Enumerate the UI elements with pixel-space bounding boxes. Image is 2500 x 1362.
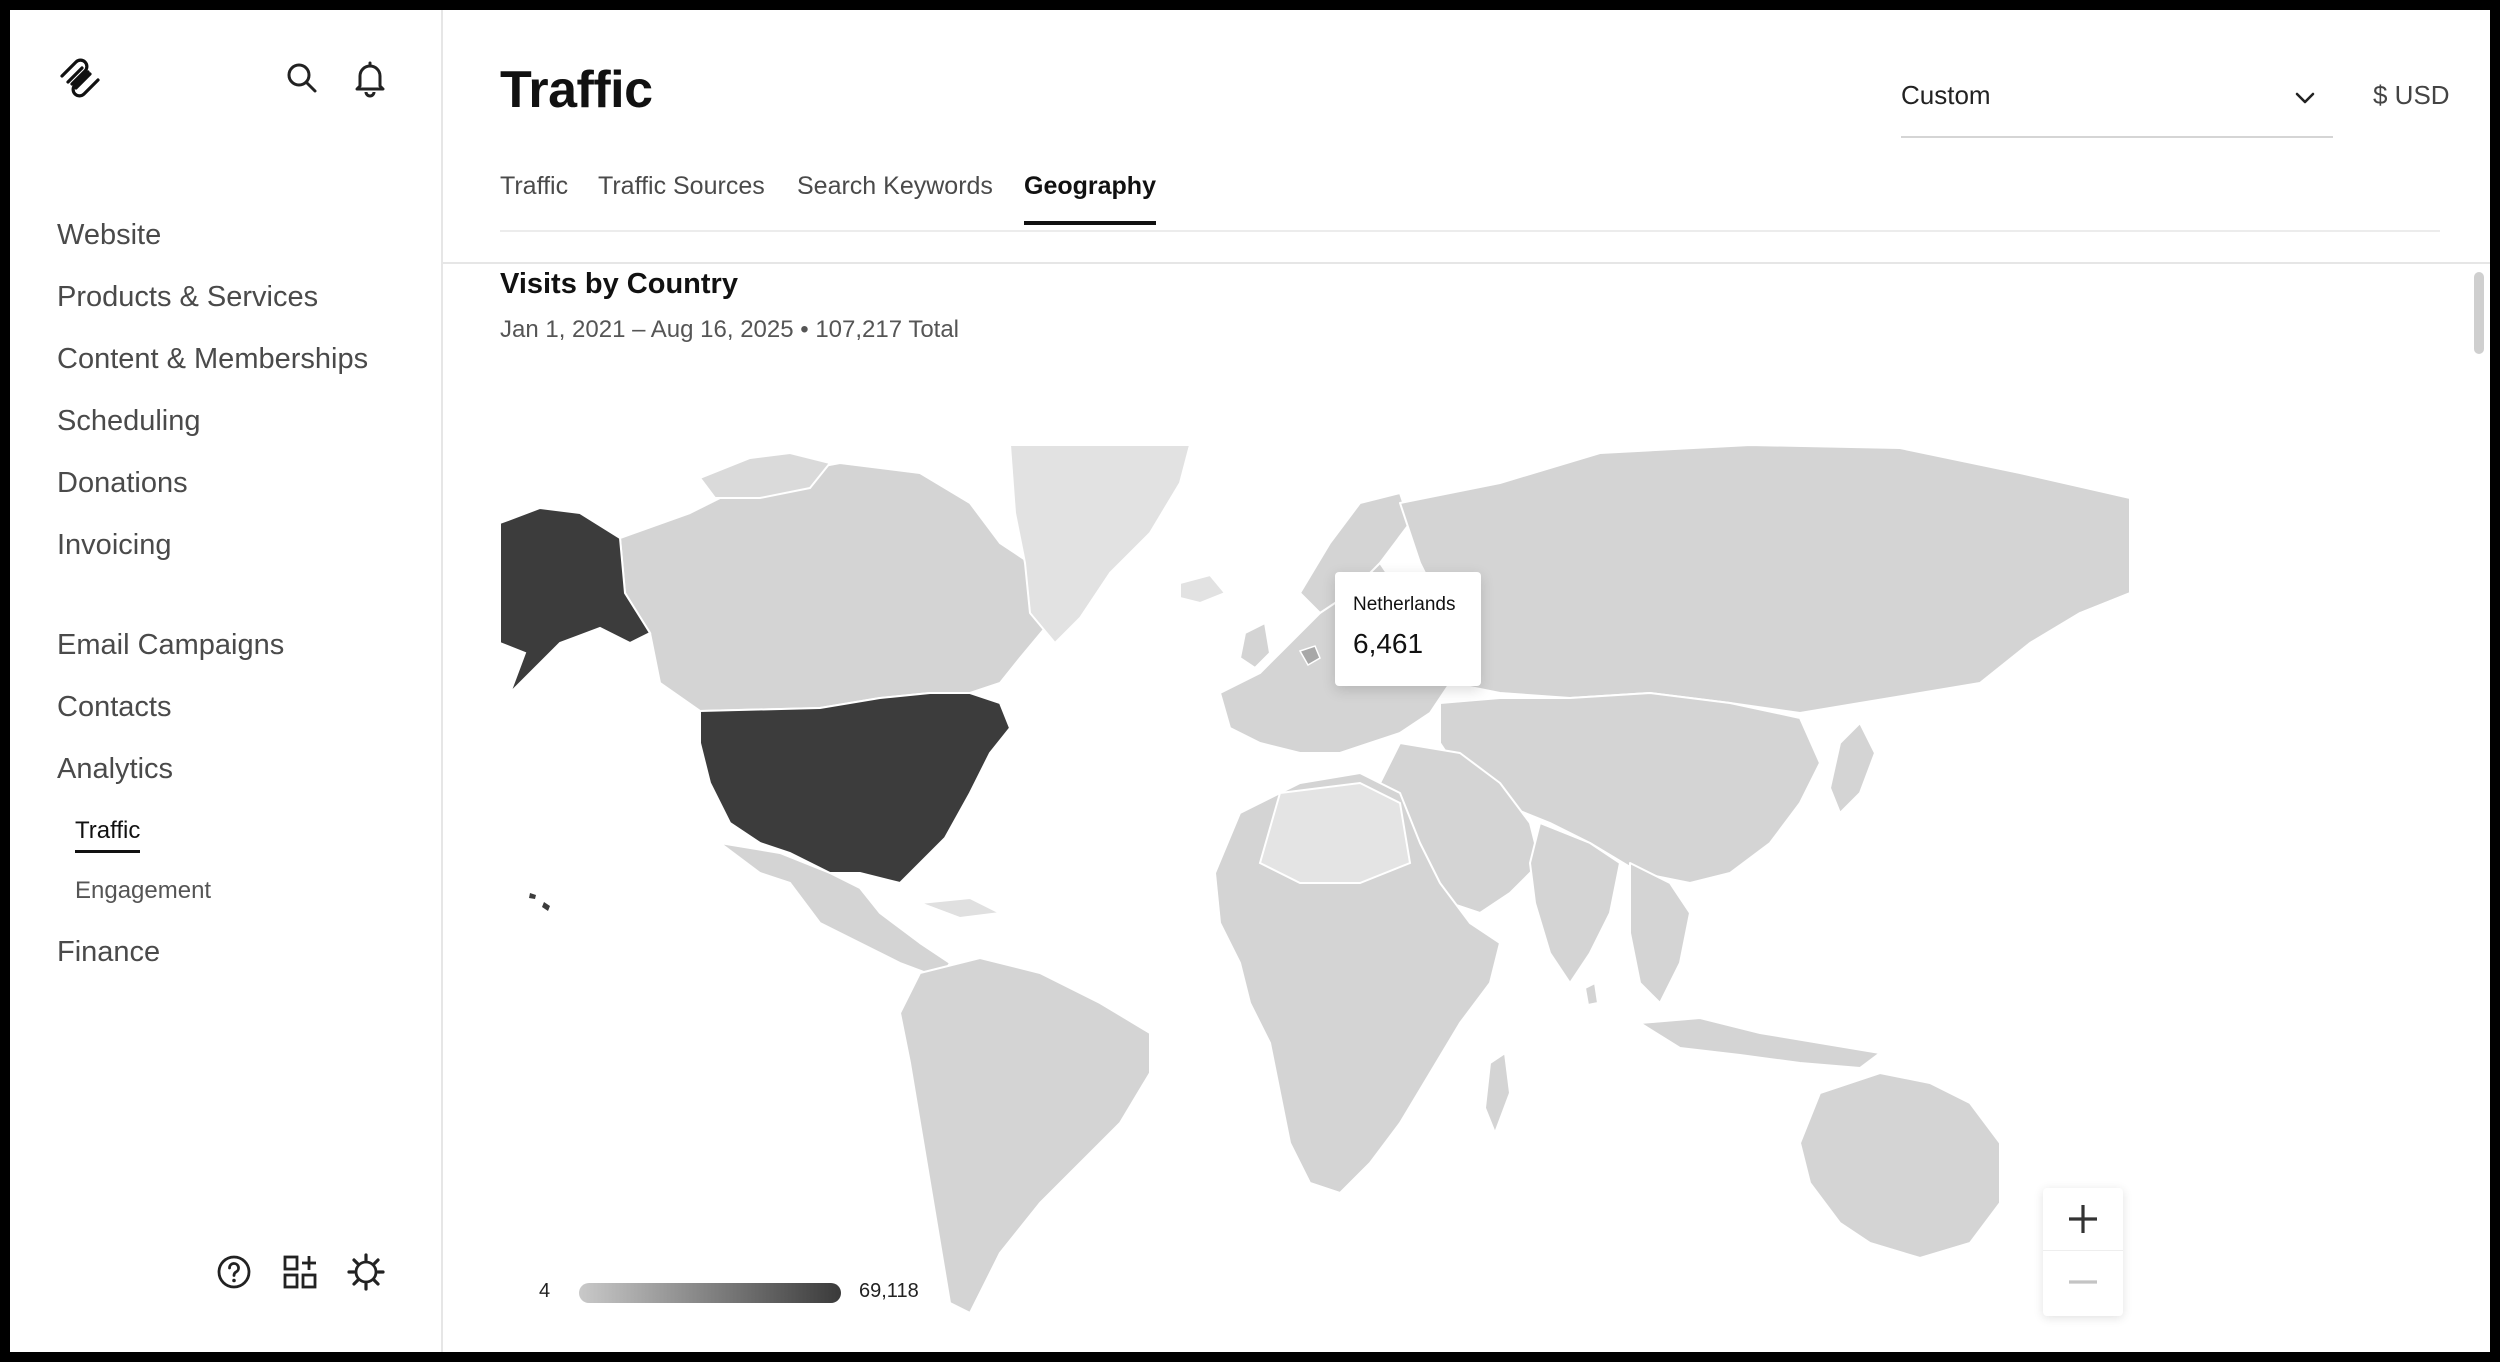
date-range-select-value: Custom: [1901, 80, 1991, 110]
currency-selector[interactable]: $ USD: [2373, 80, 2450, 111]
app-window: Website Products & Services Content & Me…: [10, 10, 2490, 1352]
divider: [443, 262, 2490, 264]
nav-finance[interactable]: Finance: [57, 934, 160, 970]
tab-search-keywords[interactable]: Search Keywords: [797, 172, 993, 225]
section-subtitle: Jan 1, 2021 – Aug 16, 2025 • 107,217 Tot…: [500, 316, 960, 343]
section-title: Visits by Country: [500, 268, 738, 300]
map-tooltip: Netherlands 6,461: [1335, 572, 1481, 686]
indonesia: [1639, 1017, 1881, 1069]
country-australia: [1799, 1072, 2001, 1259]
date-range-select[interactable]: Custom: [1901, 66, 2333, 138]
nav-analytics[interactable]: Analytics: [57, 751, 173, 787]
tab-bar: Traffic Traffic Sources Search Keywords …: [500, 160, 2440, 232]
country-iceland: [1179, 574, 1226, 604]
country-japan: [1829, 722, 1876, 814]
sahara-region: [1258, 781, 1412, 884]
nav-email-campaigns[interactable]: Email Campaigns: [57, 627, 284, 663]
southeast-asia: [1629, 862, 1691, 1004]
nav-sub-engagement[interactable]: Engagement: [75, 876, 211, 906]
country-greenland: [1009, 444, 1191, 644]
legend-min-value: 4: [539, 1280, 551, 1302]
south-america: [899, 957, 1151, 1314]
main-content: Traffic Custom $ USD Traffic Traffic Sou…: [443, 10, 2490, 1352]
nav-website[interactable]: Website: [57, 217, 161, 253]
tab-geography[interactable]: Geography: [1024, 172, 1156, 225]
apps-add-icon[interactable]: [280, 1252, 320, 1292]
zoom-out-button[interactable]: [2043, 1252, 2123, 1314]
nav-content-memberships[interactable]: Content & Memberships: [57, 341, 368, 377]
chevron-down-icon: [2295, 92, 2315, 104]
nav-scheduling[interactable]: Scheduling: [57, 403, 201, 439]
scrollbar-thumb[interactable]: [2474, 272, 2484, 354]
nav-donations[interactable]: Donations: [57, 465, 188, 501]
nav-products-services[interactable]: Products & Services: [57, 279, 318, 315]
country-canada: [619, 462, 1061, 712]
nav-sub-traffic[interactable]: Traffic: [75, 816, 141, 853]
country-madagascar: [1484, 1052, 1511, 1134]
page-title: Traffic: [500, 61, 653, 119]
tab-traffic-sources[interactable]: Traffic Sources: [598, 172, 765, 225]
settings-gear-icon[interactable]: [346, 1252, 386, 1292]
zoom-in-button[interactable]: [2043, 1188, 2123, 1251]
country-sri-lanka: [1584, 982, 1599, 1006]
caribbean-islands: [919, 897, 1001, 919]
tooltip-value: 6,461: [1353, 628, 1424, 659]
zoom-controls: [2043, 1188, 2123, 1316]
legend-max-value: 69,118: [859, 1280, 919, 1302]
help-icon[interactable]: [214, 1252, 254, 1292]
search-icon[interactable]: [282, 58, 322, 98]
sidebar: Website Products & Services Content & Me…: [10, 10, 443, 1352]
russia: [1399, 444, 2130, 714]
legend-gradient-bar: [579, 1283, 841, 1303]
country-uk: [1239, 622, 1271, 669]
world-map-svg: [500, 444, 2130, 1314]
nav-invoicing[interactable]: Invoicing: [57, 527, 171, 563]
minus-icon: [2069, 1280, 2097, 1284]
squarespace-logo-icon[interactable]: [56, 54, 104, 102]
nav-contacts[interactable]: Contacts: [57, 689, 171, 725]
tab-traffic[interactable]: Traffic: [500, 172, 568, 225]
bell-icon[interactable]: [350, 58, 390, 98]
tooltip-country: Netherlands: [1353, 594, 1456, 615]
country-hawaii: [529, 893, 550, 911]
plus-icon: [2069, 1205, 2097, 1233]
world-map[interactable]: [500, 443, 2130, 1323]
